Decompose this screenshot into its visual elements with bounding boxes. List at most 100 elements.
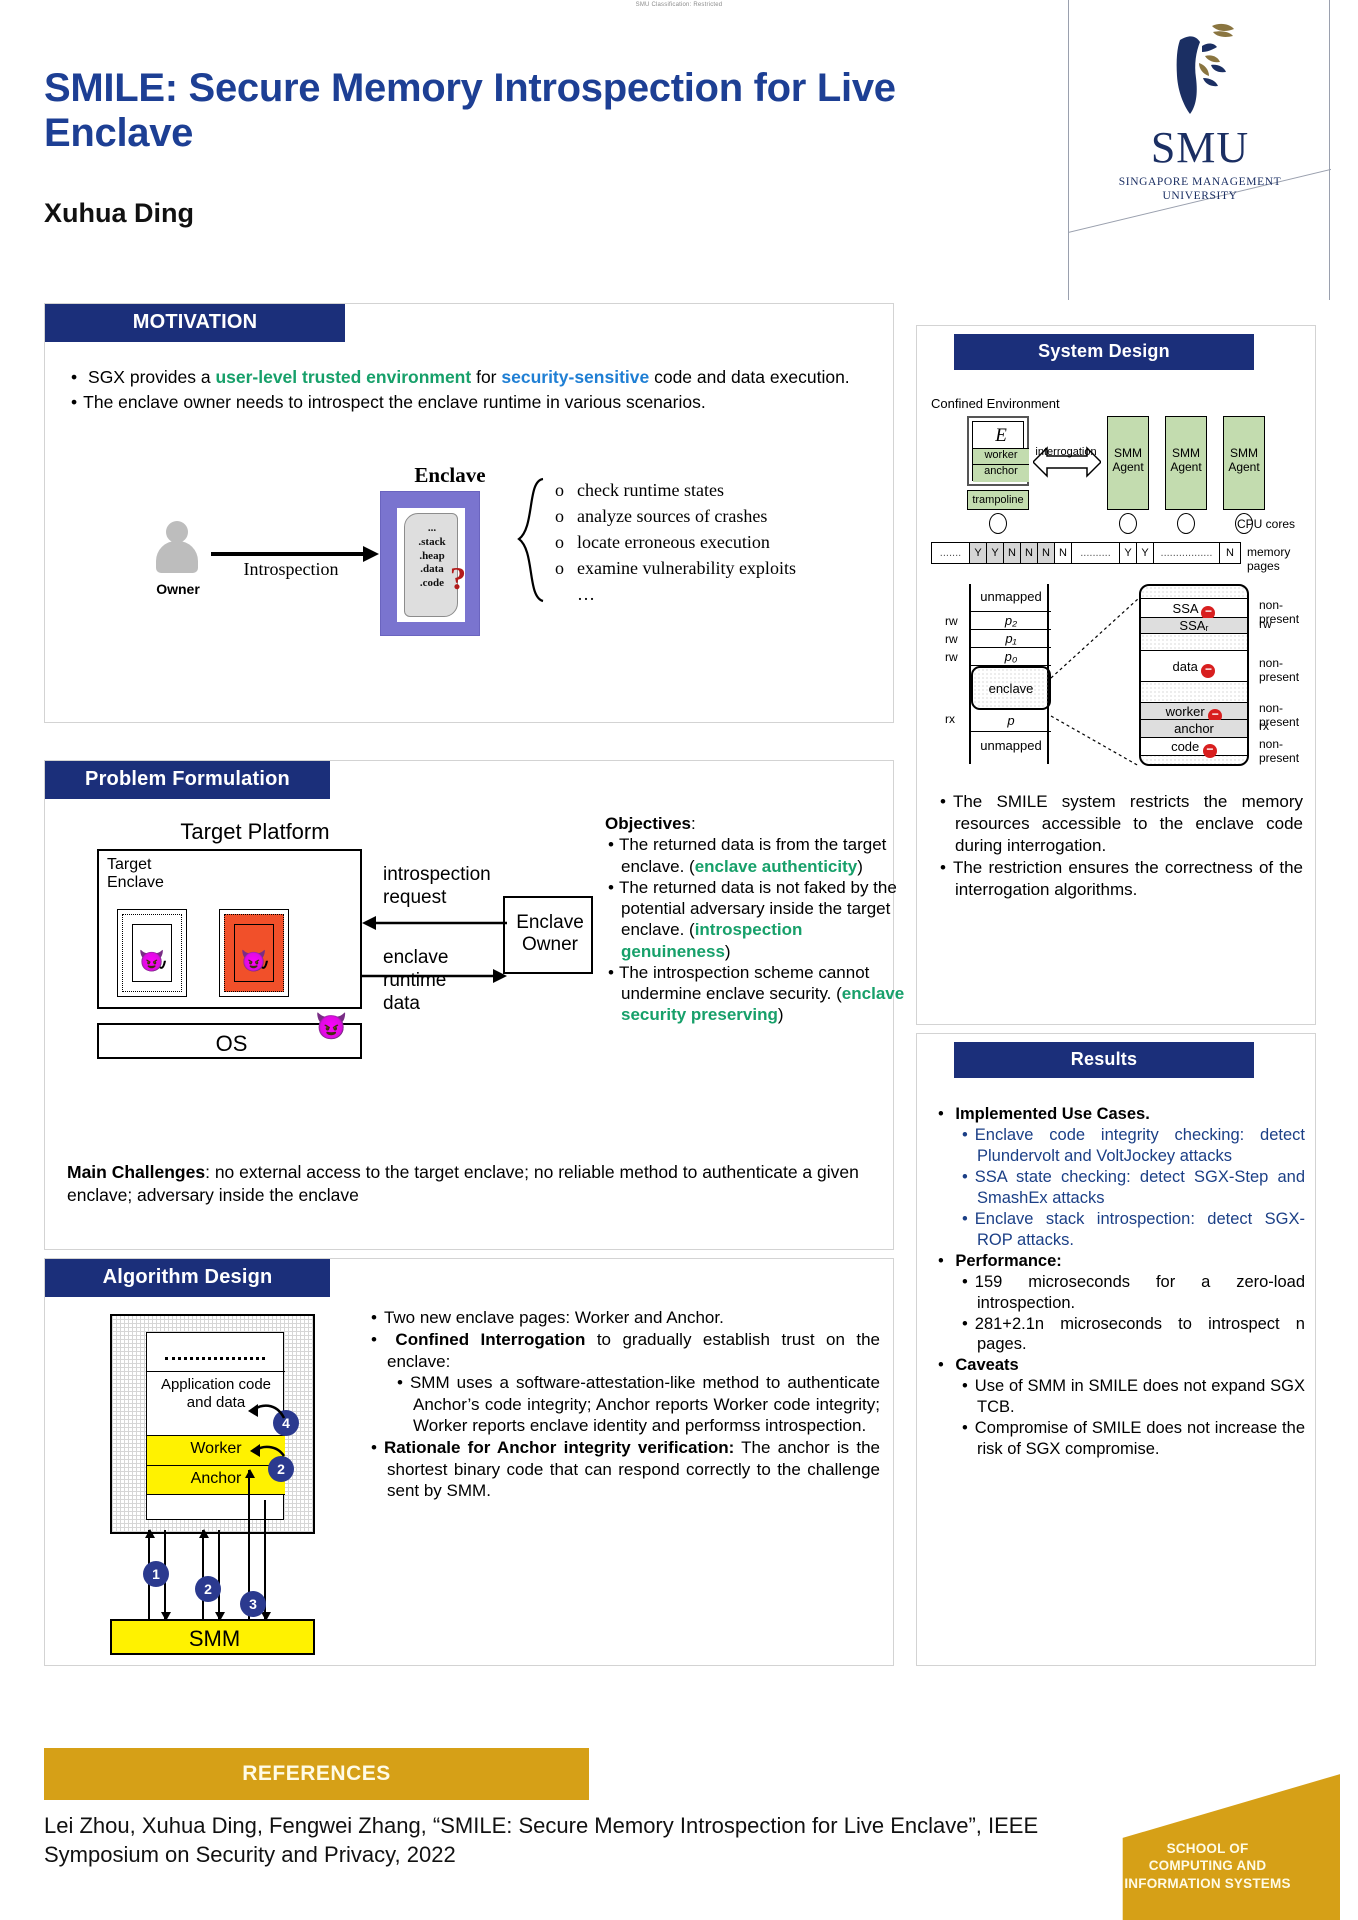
- cpu-core-icon-2: [1119, 513, 1137, 534]
- cpu-core-icon-3: [1177, 513, 1195, 534]
- list-item: Two new enclave pages: Worker and Anchor…: [384, 1307, 880, 1328]
- page-flag: Y: [1120, 543, 1137, 563]
- step-badge-1: 1: [143, 1561, 169, 1587]
- enclave-sq-benign: ∿ 😈: [117, 909, 187, 997]
- page-table-figure: unmapped p₂ p₁ p₀ enclave p unmapped rw …: [917, 584, 1317, 769]
- list-item: o locate erroneous execution: [555, 529, 895, 555]
- smu-subtitle-line2: UNIVERSITY: [1162, 190, 1238, 203]
- enclave-runtime-data-label: enclave runtime data: [383, 947, 449, 1014]
- list-item: The restriction ensures the correctness …: [953, 857, 1303, 901]
- detail-row-ssa: SSA −: [1141, 598, 1247, 620]
- motivation-figure: Enclave Owner Introspection ... .stack .…: [45, 459, 895, 714]
- list-item: Confined Interrogation to gradually esta…: [387, 1329, 880, 1436]
- list-item: Rationale for Anchor integrity verificat…: [383, 1437, 880, 1501]
- memory-pages-label: memory pages: [1247, 545, 1291, 573]
- bold-lead: Rationale for Anchor integrity verificat…: [383, 1438, 735, 1458]
- group-title: Performance:: [955, 1251, 1062, 1270]
- detail-row-code: code −: [1141, 738, 1247, 758]
- references-heading: REFERENCES: [44, 1748, 589, 1800]
- list-item: 281+2.1n microseconds to introspect n pa…: [975, 1314, 1305, 1356]
- group-title: Caveats: [955, 1356, 1019, 1375]
- perm-rw: rw: [945, 632, 958, 646]
- page-dots: ..........: [1072, 543, 1120, 563]
- list-item: Enclave stack introspection: detect SGX-…: [975, 1209, 1305, 1251]
- page-title: SMILE: Secure Memory Introspection for L…: [44, 66, 896, 155]
- objectives-heading: Objectives: [605, 814, 691, 833]
- results-heading: Results: [954, 1042, 1254, 1078]
- list-item: o examine vulnerability exploits: [555, 555, 895, 581]
- target-platform-box: Target Enclave ∿ 😈 ∿ 😈: [97, 849, 362, 1009]
- virtual-address-space: unmapped p₂ p₁ p₀ enclave p unmapped rw …: [945, 584, 1051, 764]
- system-heading: System Design: [954, 334, 1254, 370]
- list-item: The returned data is not faked by the po…: [619, 877, 905, 962]
- enclave-E-box: E worker anchor: [967, 416, 1029, 486]
- main-challenges-label: Main Challenges: [67, 1162, 206, 1182]
- non-present-icon: −: [1202, 743, 1217, 758]
- target-platform-label: Target Platform: [180, 819, 330, 844]
- page-dots: .......: [932, 543, 970, 563]
- smm-agent-2: SMM Agent: [1165, 416, 1207, 510]
- list-item: SMM uses a software-attestation-like met…: [410, 1372, 880, 1436]
- target-enclave-label: Target Enclave: [107, 856, 164, 892]
- enclave-owner-box: Enclave Owner: [503, 896, 593, 974]
- highlight-blue: security-sensitive: [501, 367, 650, 387]
- smu-lion-icon: [1150, 22, 1250, 124]
- smm-box: SMM: [110, 1619, 315, 1655]
- page-flag: N: [1021, 543, 1038, 563]
- smu-logo: SMU SINGAPORE MANAGEMENT UNIVERSITY: [1100, 22, 1300, 204]
- curved-arrow-icon: [248, 1404, 286, 1457]
- note-non-present-4: non-present: [1259, 737, 1300, 765]
- bullet-circle-icon: o: [555, 506, 564, 527]
- section-stack: .stack: [418, 535, 446, 548]
- page-flag: Y: [987, 543, 1004, 563]
- note-rx: rx: [1259, 719, 1269, 733]
- bullet-text: The enclave owner needs to introspect th…: [83, 392, 706, 413]
- page-flag: N: [1004, 543, 1021, 563]
- group-title: Implemented Use Cases.: [955, 1105, 1150, 1123]
- request-arrow-icon: [362, 916, 507, 930]
- perm-rx: rx: [945, 712, 955, 726]
- algorithm-design-panel: Algorithm Design Application code and da…: [44, 1258, 894, 1666]
- smu-wordmark: SMU: [1150, 123, 1250, 172]
- list-item: Implemented Use Cases. Enclave code inte…: [953, 1104, 1305, 1251]
- dotted-separator-icon: [165, 1357, 265, 1360]
- detail-row-anchor: anchor: [1141, 720, 1247, 738]
- vas-row: p₂: [971, 612, 1051, 630]
- memory-pages-strip: ....... Y Y N N N N .......... Y Y .....…: [931, 542, 1241, 564]
- list-item: o check runtime states: [555, 477, 895, 503]
- interrogation-label: interrogation: [1035, 446, 1097, 458]
- list-item: Use of SMM in SMILE does not expand SGX …: [975, 1376, 1305, 1418]
- list-item: The returned data is from the target enc…: [619, 834, 905, 877]
- highlight-green: user-level trusted environment: [215, 367, 472, 387]
- system-design-bullets: The SMILE system restricts the memory re…: [935, 791, 1303, 901]
- enclave-letter-label: E: [995, 425, 1007, 446]
- enclave-sq-compromised: ∿ 😈: [219, 909, 289, 997]
- perm-rw: rw: [945, 650, 958, 664]
- list-item: The SMILE system restricts the memory re…: [953, 791, 1303, 857]
- main-challenges: Main Challenges: no external access to t…: [67, 1162, 859, 1206]
- list-item: Caveats Use of SMM in SMILE does not exp…: [953, 1355, 1305, 1460]
- detail-row-ssar: SSAᵣ: [1141, 618, 1247, 634]
- introspection-use-list: o check runtime states o analyze sources o…: [555, 477, 895, 607]
- bullet-circle-icon: o: [555, 558, 564, 579]
- vas-row: unmapped: [971, 584, 1051, 612]
- detail-row-worker: worker −: [1141, 702, 1247, 723]
- scis-text: SCHOOL OF COMPUTING AND INFORMATION SYST…: [1124, 1841, 1291, 1891]
- problem-heading: Problem Formulation: [45, 761, 330, 799]
- results-content: Implemented Use Cases. Enclave code inte…: [933, 1104, 1305, 1460]
- confined-environment-label: Confined Environment: [931, 396, 1060, 411]
- algorithm-bullets: Two new enclave pages: Worker and Anchor…: [365, 1307, 880, 1503]
- note-non-present-2: non-present: [1259, 656, 1300, 684]
- introspection-arrow-label: Introspection: [243, 559, 339, 579]
- scis-logo: SCHOOL OF COMPUTING AND INFORMATION SYST…: [1075, 1768, 1340, 1920]
- list-item: SGX provides a user-level trusted enviro…: [85, 366, 877, 389]
- vas-row-enclave: enclave: [971, 666, 1051, 710]
- devil-icon: 😈: [315, 1011, 348, 1041]
- algorithm-heading: Algorithm Design: [45, 1259, 330, 1297]
- worker-page: worker: [973, 448, 1029, 465]
- system-design-panel: System Design Confined Environment E wor…: [916, 325, 1316, 1025]
- page-flag: N: [1055, 543, 1072, 563]
- expansion-lines-icon: [1050, 597, 1140, 767]
- list-item: Performance: 159 microseconds for a zero…: [953, 1251, 1305, 1356]
- bullet-text: for: [471, 367, 502, 387]
